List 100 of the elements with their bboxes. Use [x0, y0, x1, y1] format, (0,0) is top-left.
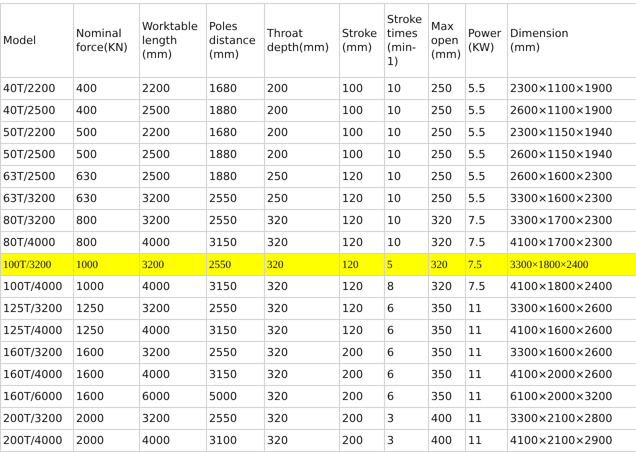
table-cell: 200 — [264, 78, 340, 100]
table-cell: 250 — [428, 100, 466, 122]
table-cell: 10 — [384, 144, 428, 166]
table-cell: 1000 — [74, 276, 140, 298]
table-cell: 7.5 — [466, 276, 508, 298]
table-cell: 250 — [428, 122, 466, 144]
table-cell: 7.5 — [466, 210, 508, 232]
table-cell: 160T/6000 — [0, 386, 74, 408]
table-cell: 120 — [340, 320, 384, 342]
table-cell: 2550 — [206, 298, 264, 320]
table-cell: 5.5 — [466, 188, 508, 210]
table-cell: 11 — [466, 430, 508, 452]
table-cell: 1880 — [206, 166, 264, 188]
table-cell: 2200 — [140, 122, 206, 144]
table-cell: 400 — [74, 78, 140, 100]
table-cell: 2500 — [140, 144, 206, 166]
table-cell: 10 — [384, 122, 428, 144]
table-cell: 4000 — [140, 276, 206, 298]
table-cell: 3200 — [140, 254, 206, 276]
table-cell: 1880 — [206, 144, 264, 166]
table-cell: 6 — [384, 364, 428, 386]
table-cell: 5.5 — [466, 78, 508, 100]
table-cell: 3200 — [140, 298, 206, 320]
table-cell: 200 — [264, 122, 340, 144]
table-cell: 4000 — [140, 430, 206, 452]
table-cell: 10 — [384, 100, 428, 122]
table-cell: 10 — [384, 166, 428, 188]
table-cell: 800 — [74, 210, 140, 232]
table-cell: 320 — [264, 298, 340, 320]
column-header: Worktable length (mm) — [140, 4, 206, 78]
table-cell: 320 — [264, 320, 340, 342]
table-cell: 80T/3200 — [0, 210, 74, 232]
table-cell: 200T/3200 — [0, 408, 74, 430]
table-cell: 63T/2500 — [0, 166, 74, 188]
table-cell: 2500 — [140, 166, 206, 188]
table-cell: 1600 — [74, 364, 140, 386]
table-cell: 40T/2200 — [0, 78, 74, 100]
table-cell: 120 — [340, 254, 384, 276]
table-cell: 320 — [264, 364, 340, 386]
table-cell: 160T/3200 — [0, 342, 74, 364]
table-cell: 350 — [428, 320, 466, 342]
table-cell: 3150 — [206, 320, 264, 342]
table-cell: 2550 — [206, 408, 264, 430]
table-cell: 6000 — [140, 386, 206, 408]
table-cell: 5.5 — [466, 166, 508, 188]
table-cell: 5 — [384, 254, 428, 276]
table-cell: 40T/2500 — [0, 100, 74, 122]
table-cell: 3200 — [140, 188, 206, 210]
column-header: Model — [0, 4, 74, 78]
table-cell: 3 — [384, 430, 428, 452]
table-cell: 3200 — [140, 210, 206, 232]
table-cell: 63T/3200 — [0, 188, 74, 210]
table-cell: 250 — [264, 188, 340, 210]
table-cell: 320 — [264, 210, 340, 232]
table-cell: 350 — [428, 386, 466, 408]
column-header: Dimension (mm) — [508, 4, 636, 78]
table-cell: 250 — [428, 188, 466, 210]
table-cell: 100 — [340, 100, 384, 122]
column-header: Throat depth(mm) — [264, 4, 340, 78]
table-cell: 250 — [264, 166, 340, 188]
table-cell: 3200 — [140, 408, 206, 430]
column-header: Stroke times (min- 1) — [384, 4, 428, 78]
table-cell: 3150 — [206, 364, 264, 386]
table-cell: 200 — [340, 342, 384, 364]
table-cell: 1250 — [74, 320, 140, 342]
table-cell: 200 — [340, 430, 384, 452]
table-cell: 3100 — [206, 430, 264, 452]
table-cell: 50T/2200 — [0, 122, 74, 144]
table-cell: 3150 — [206, 276, 264, 298]
table-cell: 320 — [428, 276, 466, 298]
table-cell: 11 — [466, 408, 508, 430]
table-cell: 11 — [466, 298, 508, 320]
table-cell: 125T/4000 — [0, 320, 74, 342]
table-cell: 11 — [466, 342, 508, 364]
table-cell: 2550 — [206, 188, 264, 210]
table-cell: 200 — [340, 386, 384, 408]
table-cell: 350 — [428, 342, 466, 364]
table-cell: 350 — [428, 364, 466, 386]
table-cell: 120 — [340, 210, 384, 232]
table-cell: 500 — [74, 122, 140, 144]
table-cell: 100 — [340, 78, 384, 100]
table-cell: 400 — [428, 408, 466, 430]
table-cell: 2550 — [206, 210, 264, 232]
table-cell: 10 — [384, 210, 428, 232]
table-cell: 120 — [340, 188, 384, 210]
table-cell: 320 — [264, 342, 340, 364]
table-cell: 50T/2500 — [0, 144, 74, 166]
table-cell: 1680 — [206, 122, 264, 144]
table-cell: 1600 — [74, 386, 140, 408]
table-cell: 6 — [384, 386, 428, 408]
table-cell: 125T/3200 — [0, 298, 74, 320]
table-cell: 1680 — [206, 78, 264, 100]
table-cell: 2000 — [74, 430, 140, 452]
table-cell: 7.5 — [466, 254, 508, 276]
table-cell: 250 — [428, 144, 466, 166]
table-cell: 100T/3200 — [0, 254, 74, 276]
table-cell: 11 — [466, 320, 508, 342]
table-cell: 100T/4000 — [0, 276, 74, 298]
table-cell: 400 — [74, 100, 140, 122]
table-cell: 5.5 — [466, 144, 508, 166]
